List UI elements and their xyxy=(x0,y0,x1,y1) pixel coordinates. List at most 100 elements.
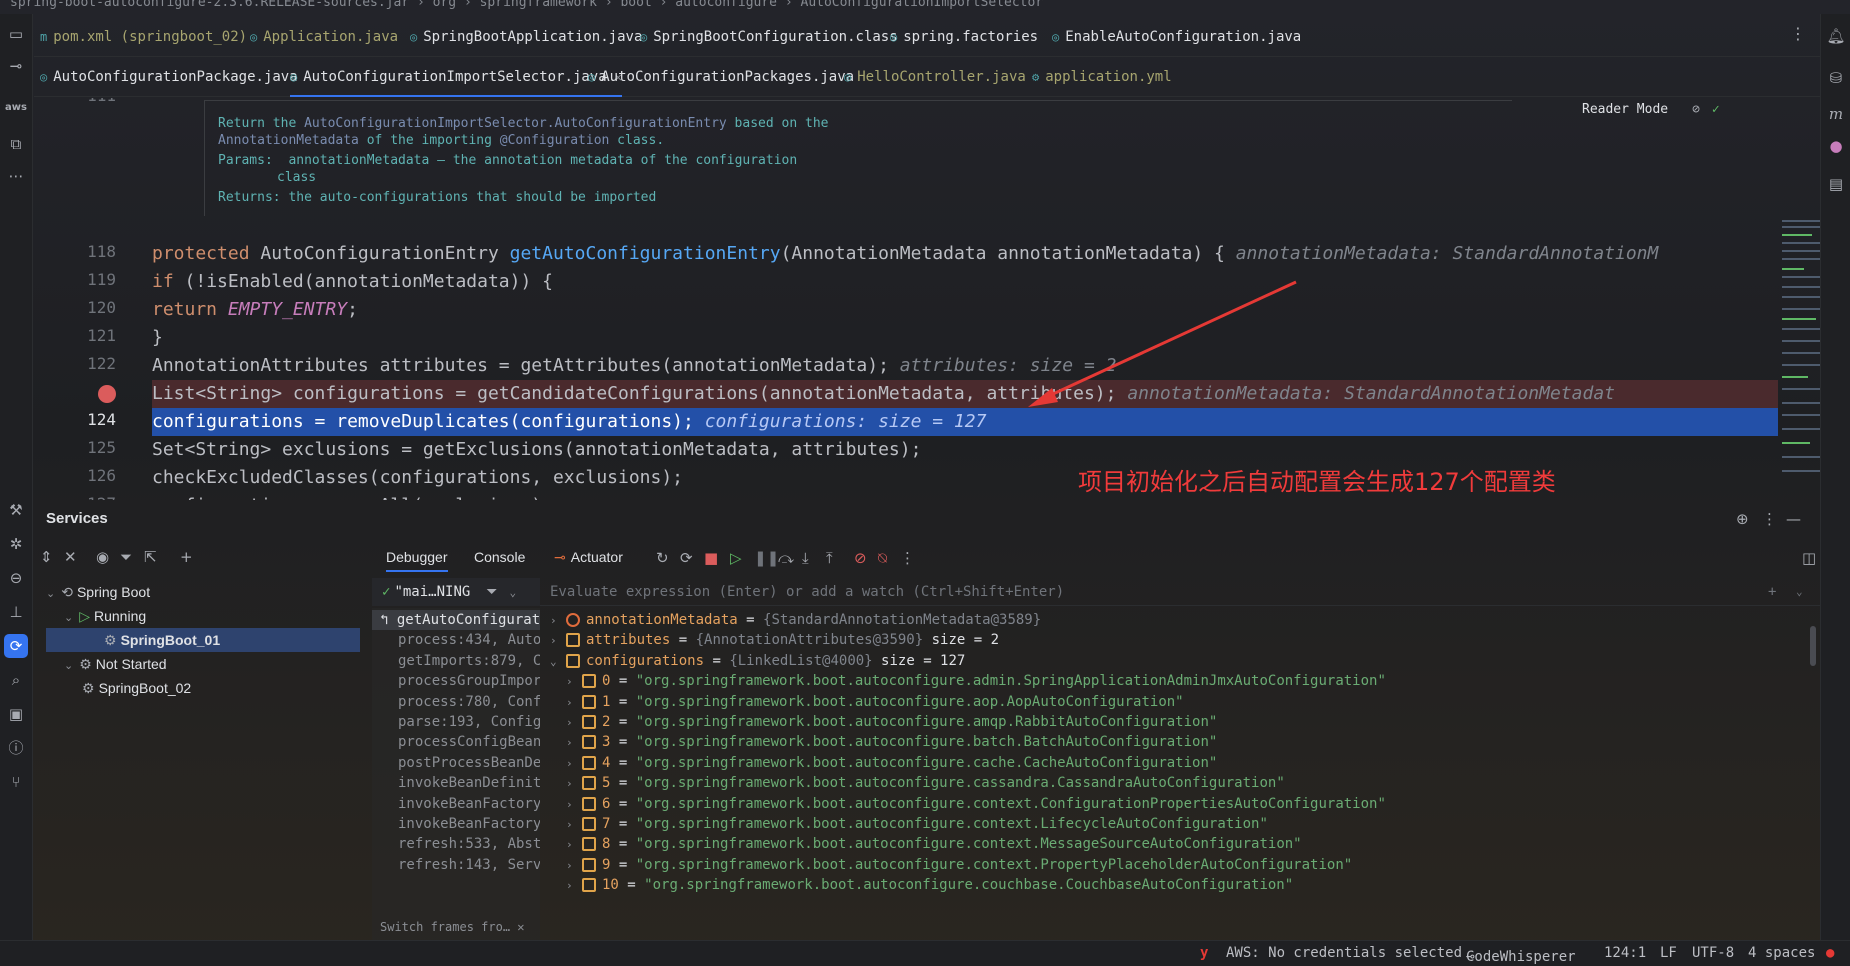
services-tree-item[interactable]: ⚙ SpringBoot_02 xyxy=(82,676,191,700)
services-tree-item[interactable]: ⌄ ⟲ Spring Boot xyxy=(46,580,150,604)
aws-status[interactable]: AWS: No credentials selected xyxy=(1226,945,1462,961)
step-over-icon[interactable]: ⤼ xyxy=(778,549,794,567)
chevron-right-icon[interactable]: › xyxy=(566,795,582,815)
variable-row[interactable]: › 5 = "org.springframework.boot.autoconfi… xyxy=(566,773,1285,793)
frames-footer[interactable]: Switch frames fro… ✕ xyxy=(372,920,540,940)
restart-icon[interactable]: ⟳ xyxy=(680,549,693,567)
line-separator[interactable]: LF xyxy=(1660,945,1677,961)
spring-boot-icon: ⟲ xyxy=(61,584,73,600)
field-icon xyxy=(582,674,596,689)
chevron-right-icon[interactable]: › xyxy=(550,611,566,631)
stack-frame[interactable]: invokeBeanDefiniti xyxy=(372,773,540,793)
error-icon[interactable]: ● xyxy=(1826,945,1834,961)
close-icon[interactable]: ✕ xyxy=(517,920,524,934)
stack-frame[interactable]: postProcessBeanDef xyxy=(372,753,540,773)
stack-frame[interactable]: ↰ getAutoConfigurati xyxy=(372,610,540,630)
thread-selector[interactable]: ✓ "mai…NING ⏷ ⌄ xyxy=(372,578,540,606)
variable-row[interactable]: › 1 = "org.springframework.boot.autoconfi… xyxy=(566,692,1184,712)
stack-frame[interactable]: invokeBeanFactoryP xyxy=(372,794,540,814)
variable-row[interactable]: › 7 = "org.springframework.boot.autoconfi… xyxy=(566,814,1268,834)
layout-icon[interactable]: ◫ xyxy=(1802,549,1816,567)
variables-scrollbar[interactable] xyxy=(1810,626,1816,666)
stack-frame[interactable]: invokeBeanFactoryP xyxy=(372,814,540,834)
chevron-right-icon[interactable]: › xyxy=(566,733,582,753)
variable-value: {LinkedList@4000} xyxy=(729,652,873,669)
variable-row[interactable]: › annotationMetadata = {StandardAnnotatio… xyxy=(550,610,1041,630)
run-icon: ▷ xyxy=(79,608,90,624)
variable-row[interactable]: ⌄ configurations = {LinkedList@4000} size… xyxy=(550,651,965,671)
chevron-right-icon[interactable]: › xyxy=(566,672,582,692)
variable-row[interactable]: › 0 = "org.springframework.boot.autoconfi… xyxy=(566,671,1386,691)
stack-frame[interactable]: processConfigBeanD xyxy=(372,732,540,752)
tab-actuator[interactable]: ⊸ Actuator xyxy=(554,544,623,572)
add-service-icon[interactable]: + xyxy=(180,548,193,566)
chevron-down-icon[interactable]: ⌄ xyxy=(64,612,73,624)
chevron-down-icon[interactable]: ⌄ xyxy=(550,652,566,672)
variable-row[interactable]: › 8 = "org.springframework.boot.autoconfi… xyxy=(566,834,1302,854)
variable-row[interactable]: › 4 = "org.springframework.boot.autoconfi… xyxy=(566,753,1217,773)
indent-setting[interactable]: 4 spaces xyxy=(1748,945,1815,961)
encoding[interactable]: UTF-8 xyxy=(1692,945,1734,961)
ide-window: spring-boot-autoconfigure-2.3.6.RELEASE-… xyxy=(0,0,1850,966)
yaml-icon[interactable]: y xyxy=(1200,945,1208,961)
minimize-icon[interactable]: — xyxy=(1786,510,1801,528)
evaluate-expression-input[interactable]: Evaluate expression (Enter) or add a wat… xyxy=(540,578,1820,606)
stack-frame[interactable]: process:780, Confi xyxy=(372,692,540,712)
new-tab-icon[interactable]: ⇱ xyxy=(144,548,157,566)
stack-frame[interactable]: refresh:533, Abstr xyxy=(372,834,540,854)
resume-icon[interactable]: ▷ xyxy=(730,549,742,567)
chevron-right-icon[interactable]: › xyxy=(566,815,582,835)
view-breakpoints-icon[interactable]: ⊘ xyxy=(854,549,867,567)
variable-row[interactable]: › 9 = "org.springframework.boot.autoconfi… xyxy=(566,855,1352,875)
debug-more-icon[interactable]: ⋮ xyxy=(900,549,915,567)
services-tree-label: Spring Boot xyxy=(76,584,151,600)
stack-frame[interactable]: refresh:143, Servl xyxy=(372,855,540,875)
chevron-down-icon[interactable]: ⌄ xyxy=(64,660,73,672)
chevron-right-icon[interactable]: › xyxy=(550,631,566,651)
stack-frame[interactable]: process:434, AutoC xyxy=(372,630,540,650)
stack-frame[interactable]: processGroupImport xyxy=(372,671,540,691)
stack-frame[interactable]: parse:193, Configu xyxy=(372,712,540,732)
field-icon xyxy=(582,857,596,872)
chevron-right-icon[interactable]: › xyxy=(566,835,582,855)
services-header: Services ⊕ ⋮ — xyxy=(34,506,1820,532)
chevron-right-icon[interactable]: › xyxy=(566,754,582,774)
step-into-icon[interactable]: ⤓ xyxy=(802,549,809,567)
stack-frame[interactable]: getImports:879, Co xyxy=(372,651,540,671)
chevron-right-icon[interactable]: › xyxy=(566,774,582,794)
field-icon xyxy=(582,715,596,729)
services-tree-item[interactable]: ⚙ SpringBoot_01 xyxy=(46,628,360,652)
pause-icon[interactable]: ❚❚ xyxy=(754,549,779,567)
filter-icon[interactable]: ⏷ xyxy=(120,548,132,566)
chevron-down-icon[interactable]: ⌄ xyxy=(1796,578,1803,606)
variable-row[interactable]: › 2 = "org.springframework.boot.autoconfi… xyxy=(566,712,1217,732)
variable-row[interactable]: › 3 = "org.springframework.boot.autoconfi… xyxy=(566,732,1217,752)
chevron-right-icon[interactable]: › xyxy=(566,876,582,896)
variable-row[interactable]: › 10 = "org.springframework.boot.autoconf… xyxy=(566,875,1293,895)
rerun-icon[interactable]: ↻ xyxy=(656,549,669,567)
cursor-position[interactable]: 124:1 xyxy=(1604,945,1646,961)
variable-name: configurations xyxy=(586,652,705,669)
chevron-down-icon[interactable]: ⌄ xyxy=(46,588,55,600)
chevron-down-icon[interactable]: ⌄ xyxy=(510,586,517,599)
variable-row[interactable]: › 6 = "org.springframework.boot.autoconfi… xyxy=(566,794,1386,814)
add-watch-icon[interactable]: + xyxy=(1768,578,1776,606)
chevron-right-icon[interactable]: › xyxy=(566,693,582,713)
filter-icon[interactable]: ⏷ xyxy=(486,584,497,600)
collapse-all-icon[interactable]: ✕ xyxy=(64,548,77,566)
chevron-right-icon[interactable]: › xyxy=(566,856,582,876)
stop-icon[interactable]: ■ xyxy=(704,549,718,567)
chevron-right-icon[interactable]: › xyxy=(566,713,582,733)
expand-all-icon[interactable]: ⇕ xyxy=(40,548,53,566)
variable-value: "org.springframework.boot.autoconfigure.… xyxy=(635,856,1353,873)
services-tree-item[interactable]: ⌄ ▷ Running xyxy=(64,604,146,628)
options-icon[interactable]: ⋮ xyxy=(1762,510,1777,528)
variable-row[interactable]: › attributes = {AnnotationAttributes@3590… xyxy=(550,630,999,650)
show-icon[interactable]: ◉ xyxy=(96,548,109,566)
tab-console[interactable]: Console xyxy=(474,544,525,572)
step-out-icon[interactable]: ⤒ xyxy=(826,549,833,567)
target-icon[interactable]: ⊕ xyxy=(1736,510,1749,528)
mute-breakpoints-icon[interactable]: ⍉ xyxy=(878,549,887,567)
services-tree-item[interactable]: ⌄ ⚙ Not Started xyxy=(64,652,167,676)
tab-debugger[interactable]: Debugger xyxy=(386,544,448,572)
